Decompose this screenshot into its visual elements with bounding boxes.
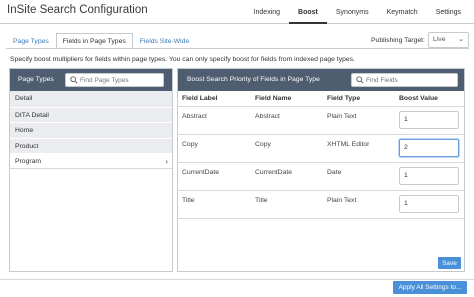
page-types-search-input[interactable] <box>80 74 161 86</box>
field-name-cell: Copy <box>251 134 323 163</box>
boost-value-cell <box>395 190 464 219</box>
page-types-panel: Page Types Detail DITA Detail Home Produ… <box>9 68 173 272</box>
field-label-cell: Abstract <box>178 106 251 135</box>
page-types-search <box>65 73 164 87</box>
field-type-cell: Plain Text <box>323 190 395 219</box>
field-name-cell: Title <box>251 190 323 219</box>
nav-keymatch[interactable]: Keymatch <box>378 0 427 24</box>
fields-search <box>351 73 458 87</box>
field-label-cell: CurrentDate <box>178 162 251 191</box>
tabs-divider <box>6 48 469 49</box>
fields-search-input[interactable] <box>366 74 455 86</box>
publishing-target-value: Live <box>433 36 446 43</box>
publishing-target-label: Publishing Target: <box>371 37 425 44</box>
table-row: Copy Copy XHTML Editor <box>178 134 464 163</box>
boost-value-input[interactable] <box>399 110 459 129</box>
col-field-type: Field Type <box>323 91 395 107</box>
top-bar: InSite Search Configuration Indexing Boo… <box>0 0 474 24</box>
page-types-header: Page Types <box>10 69 172 91</box>
table-row: Title Title Plain Text <box>178 190 464 219</box>
col-boost-value: Boost Value <box>395 91 464 107</box>
page-types-list: Detail DITA Detail Home Product Program … <box>10 91 172 169</box>
fields-table: Field Label Field Name Field Type Boost … <box>178 91 464 219</box>
nav-boost[interactable]: Boost <box>289 0 327 24</box>
field-type-cell: Date <box>323 162 395 191</box>
fields-panel-title: Boost Search Priority of Fields in Page … <box>187 76 320 83</box>
fields-header: Boost Search Priority of Fields in Page … <box>178 69 464 91</box>
nav-settings[interactable]: Settings <box>427 0 470 24</box>
field-label-cell: Copy <box>178 134 251 163</box>
boost-value-cell <box>395 106 464 135</box>
boost-value-stepper[interactable] <box>399 138 459 157</box>
search-icon <box>356 76 364 84</box>
boost-value-cell <box>395 134 464 163</box>
page-types-title: Page Types <box>18 76 54 83</box>
page-type-home[interactable]: Home <box>10 122 172 138</box>
boost-value-input[interactable] <box>399 194 459 213</box>
boost-value-input[interactable] <box>399 166 459 185</box>
chevron-right-icon: › <box>165 157 168 166</box>
apply-all-settings-button[interactable]: Apply All Settings to... <box>393 281 467 294</box>
publishing-target-select[interactable]: Live ⌄ <box>428 32 469 48</box>
field-type-cell: XHTML Editor <box>323 134 395 163</box>
top-nav: Indexing Boost Synonyms Keymatch Setting… <box>245 0 470 24</box>
tab-fields-site-wide[interactable]: Fields Site-Wide <box>133 33 196 48</box>
boost-value-cell <box>395 162 464 191</box>
table-header-row: Field Label Field Name Field Type Boost … <box>178 91 464 107</box>
table-row: Abstract Abstract Plain Text <box>178 106 464 135</box>
field-type-cell: Plain Text <box>323 106 395 135</box>
field-name-cell: CurrentDate <box>251 162 323 191</box>
table-row: CurrentDate CurrentDate Date <box>178 162 464 191</box>
page-type-detail[interactable]: Detail <box>10 91 172 107</box>
page-type-program[interactable]: Program › <box>10 153 172 169</box>
fields-panel: Boost Search Priority of Fields in Page … <box>177 68 465 272</box>
col-field-label: Field Label <box>178 91 251 107</box>
save-button[interactable]: Save <box>438 257 461 269</box>
field-label-cell: Title <box>178 190 251 219</box>
page-type-product[interactable]: Product <box>10 137 172 153</box>
nav-synonyms[interactable]: Synonyms <box>327 0 378 24</box>
tab-page-types[interactable]: Page Types <box>6 33 56 48</box>
nav-indexing[interactable]: Indexing <box>245 0 289 24</box>
page-type-program-label: Program <box>15 158 42 165</box>
col-field-name: Field Name <box>251 91 323 107</box>
chevron-down-icon: ⌄ <box>458 36 464 43</box>
tab-fields-in-page-types[interactable]: Fields in Page Types <box>55 33 133 48</box>
field-name-cell: Abstract <box>251 106 323 135</box>
description-text: Specify boost multipliers for fields wit… <box>10 56 355 63</box>
app-title: InSite Search Configuration <box>7 4 148 16</box>
footer-divider <box>0 279 474 280</box>
sub-tabs: Page Types Fields in Page Types Fields S… <box>6 33 196 48</box>
page-type-dita-detail[interactable]: DITA Detail <box>10 106 172 122</box>
search-icon <box>70 76 78 84</box>
